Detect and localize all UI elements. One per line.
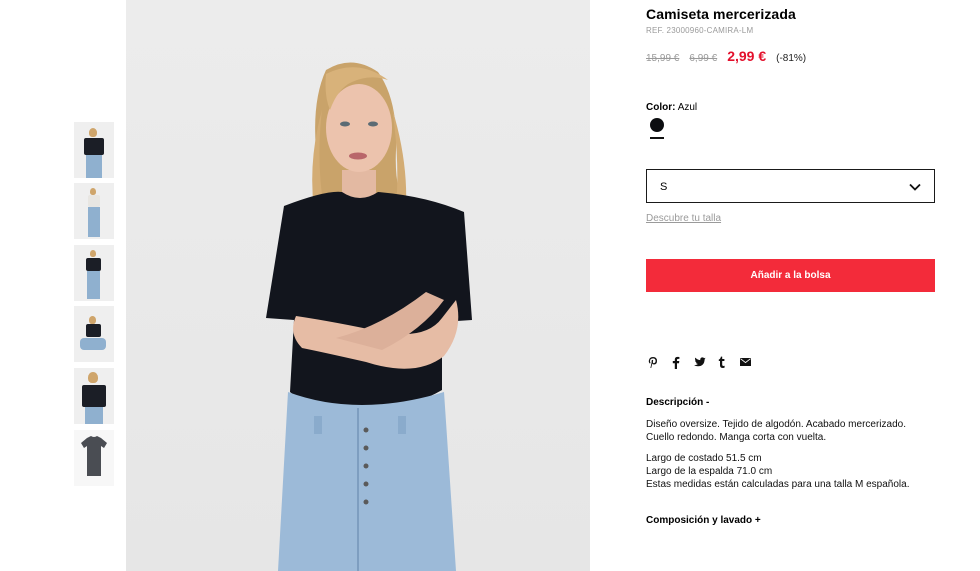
color-label-title: Color: <box>646 102 676 113</box>
pinterest-icon[interactable] <box>646 355 660 369</box>
thumbnail-1[interactable] <box>74 122 114 178</box>
product-title: Camiseta mercerizada <box>646 6 796 22</box>
main-product-image <box>126 0 590 571</box>
thumbnail-5[interactable] <box>74 368 114 424</box>
measurement-line: Largo de la espalda 71.0 cm <box>646 466 773 477</box>
measurement-note: Estas medidas están calculadas para una … <box>646 479 910 490</box>
tumblr-icon[interactable] <box>715 355 729 369</box>
thumbnail-6[interactable] <box>74 430 114 486</box>
previous-price: 6,99 € <box>689 53 718 64</box>
size-guide-link[interactable]: Descubre tu talla <box>646 213 721 224</box>
twitter-icon[interactable] <box>692 355 706 369</box>
thumbnail-3[interactable] <box>74 245 114 301</box>
thumbnail-4[interactable] <box>74 306 114 362</box>
discount-badge: (-81%) <box>776 53 807 64</box>
measurement-line: Largo de costado 51.5 cm <box>646 453 762 464</box>
facebook-icon[interactable] <box>669 355 683 369</box>
original-price: 15,99 € <box>646 53 680 64</box>
size-select[interactable]: S <box>646 169 935 203</box>
description-line: Cuello redondo. Manga corta con vuelta. <box>646 432 827 443</box>
thumbnail-2[interactable] <box>74 183 114 239</box>
product-reference: REF. 23000960-CAMIRA-LM <box>646 26 754 35</box>
color-swatch-blue[interactable] <box>650 118 664 132</box>
add-to-bag-button[interactable]: Añadir a la bolsa <box>646 259 935 292</box>
size-select-value: S <box>660 181 668 193</box>
color-label: Color: Azul <box>646 102 697 113</box>
email-icon[interactable] <box>738 355 752 369</box>
color-value: Azul <box>677 102 698 113</box>
selected-swatch-indicator <box>650 137 664 139</box>
composition-toggle[interactable]: Composición y lavado + <box>646 515 761 526</box>
chevron-down-icon <box>909 183 921 191</box>
description-toggle[interactable]: Descripción - <box>646 397 709 408</box>
share-icons <box>646 355 761 369</box>
price-row: 15,99 € 6,99 € 2,99 € (-81%) <box>646 48 806 64</box>
sale-price: 2,99 € <box>727 48 767 64</box>
description-line: Diseño oversize. Tejido de algodón. Acab… <box>646 419 906 430</box>
